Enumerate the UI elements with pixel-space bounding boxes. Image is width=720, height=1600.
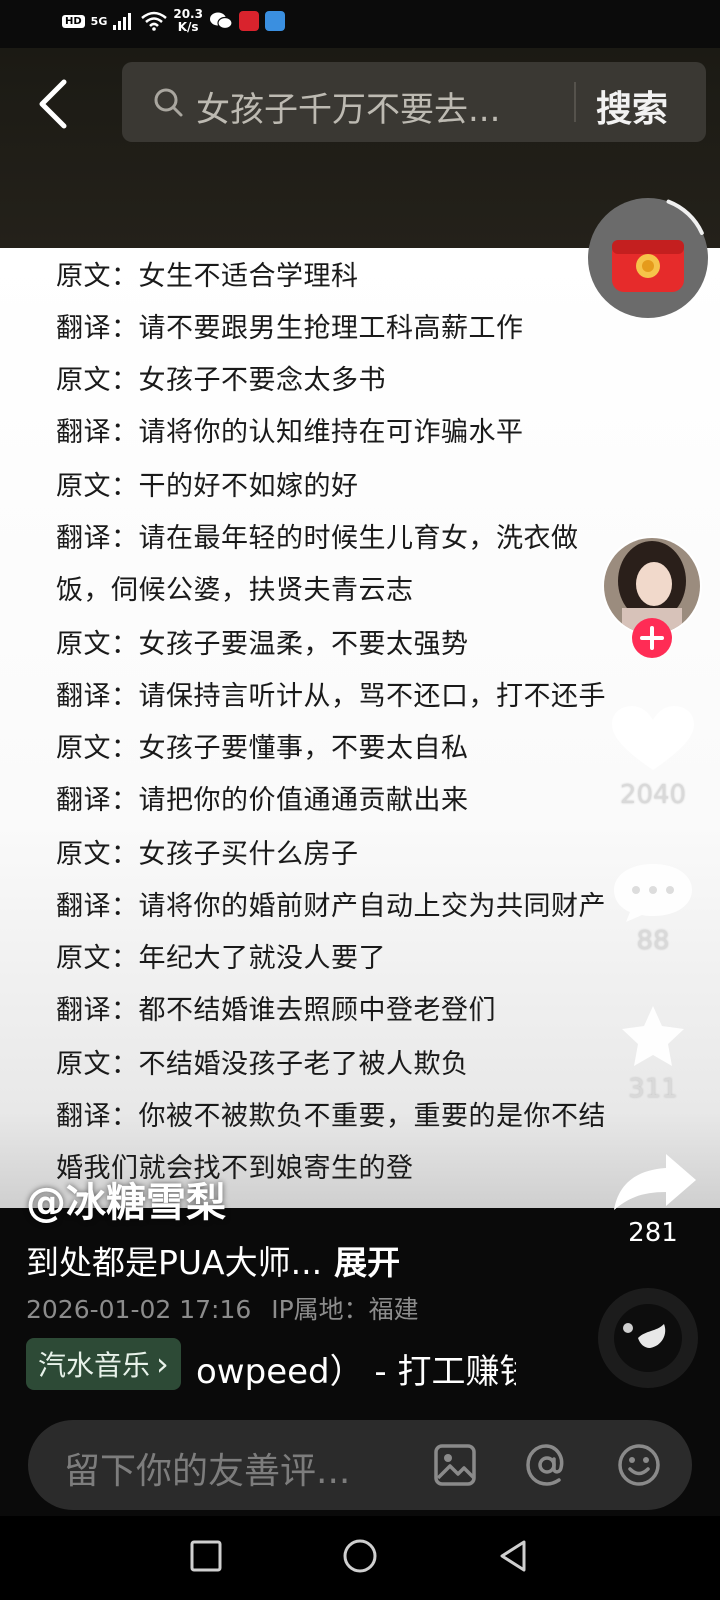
like-button[interactable]: 2040 [598,704,708,814]
comment-button[interactable]: 88 [598,860,708,960]
red-envelope-icon [588,198,708,318]
status-bar: HD 5G 20.3 K/s [0,0,720,48]
post-line: 原文：干的好不如嫁的好 [56,471,359,502]
post-line: 翻译：请把你的价值通通贡献出来 [56,785,469,816]
share-count: 281 [628,1218,678,1248]
network-type: 5G [90,14,108,28]
caption-text: 到处都是PUA大师... [26,1243,323,1282]
post-line: 原文：女孩子要温柔，不要太强势 [56,629,469,660]
heart-icon [612,706,694,770]
app-notification-red-icon [238,11,259,31]
music-app-tag[interactable]: 汽水音乐 › [26,1338,181,1390]
hd-indicator: HD [62,14,85,28]
post-line: 翻译：你被不被欺负不重要，重要的是你不结 [56,1101,606,1132]
comment-icon [614,864,692,922]
nav-square-icon[interactable] [186,1536,226,1576]
like-count: 2040 [619,780,687,810]
plus-icon[interactable] [630,616,674,660]
app-notification-blue-icon [264,11,285,31]
post-line: 原文：女生不适合学理科 [56,261,359,292]
music-track[interactable]: owpeed） - 打工赚钱 [196,1344,516,1393]
favorite-button[interactable]: 311 [598,1004,708,1104]
post-line: 饭，伺候公婆，扶贤夫青云志 [56,575,414,606]
wifi-icon [141,11,168,31]
post-line: 原文：女孩子不要念太多书 [56,365,386,396]
post-line: 翻译：请将你的认知维持在可诈骗水平 [56,417,524,448]
post-datetime: 2026-01-02 17:16 [26,1295,252,1324]
star-icon [622,1006,684,1066]
red-envelope-button[interactable] [586,196,710,320]
comment-input-bar[interactable]: 留下你的友善评... [28,1420,692,1510]
back-icon[interactable] [34,76,74,132]
post-line: 原文：不结婚没孩子老了被人欺负 [56,1049,469,1080]
post-line: 翻译：请将你的婚前财产自动上交为共同财产 [56,891,606,922]
search-query[interactable]: 女孩子千万不要去... [196,82,500,131]
system-nav-bar [0,1516,720,1600]
signal-icon [113,13,132,30]
post-line: 原文：女孩子买什么房子 [56,839,359,870]
post-meta: 2026-01-02 17:16 IP属地：福建 [26,1290,419,1326]
music-disc[interactable] [598,1288,698,1388]
caption[interactable]: 到处都是PUA大师... 展开 [26,1236,400,1284]
wechat-icon [209,12,233,30]
favorite-count: 311 [628,1074,678,1104]
nav-circle-icon[interactable] [340,1536,380,1576]
chevron-right-icon: › [156,1345,169,1383]
image-icon[interactable] [432,1442,478,1488]
share-button[interactable]: 281 [598,1150,708,1260]
author-name[interactable]: @冰糖雪梨 [26,1170,226,1228]
comment-input[interactable]: 留下你的友善评... [64,1442,350,1494]
at-icon[interactable] [524,1442,570,1488]
music-disc-icon [598,1288,698,1388]
speed-unit: K/s [177,20,199,34]
post-line: 翻译：请在最年轻的时候生儿育女，洗衣做 [56,523,579,554]
share-icon [614,1154,696,1210]
author-avatar[interactable] [602,536,702,660]
music-tag-label: 汽水音乐 [38,1349,151,1382]
ip-location: IP属地：福建 [271,1295,419,1324]
post-line: 翻译：都不结婚谁去照顾中登老登们 [56,995,496,1026]
search-divider [574,82,576,122]
expand-link[interactable]: 展开 [334,1243,400,1282]
post-line: 原文：女孩子要懂事，不要太自私 [56,733,469,764]
post-line: 原文：年纪大了就没人要了 [56,943,386,974]
post-line: 翻译：请保持言听计从，骂不还口，打不还手 [56,681,606,712]
nav-back-triangle-icon[interactable] [494,1536,534,1576]
search-button[interactable]: 搜索 [596,80,668,132]
post-line: 翻译：请不要跟男生抢理工科高薪工作 [56,313,524,344]
emoji-icon[interactable] [616,1442,662,1488]
comment-count: 88 [636,926,670,956]
search-box[interactable]: 女孩子千万不要去... 搜索 [122,62,706,142]
search-icon [154,88,183,117]
network-speed: 20.3 K/s [173,8,203,34]
